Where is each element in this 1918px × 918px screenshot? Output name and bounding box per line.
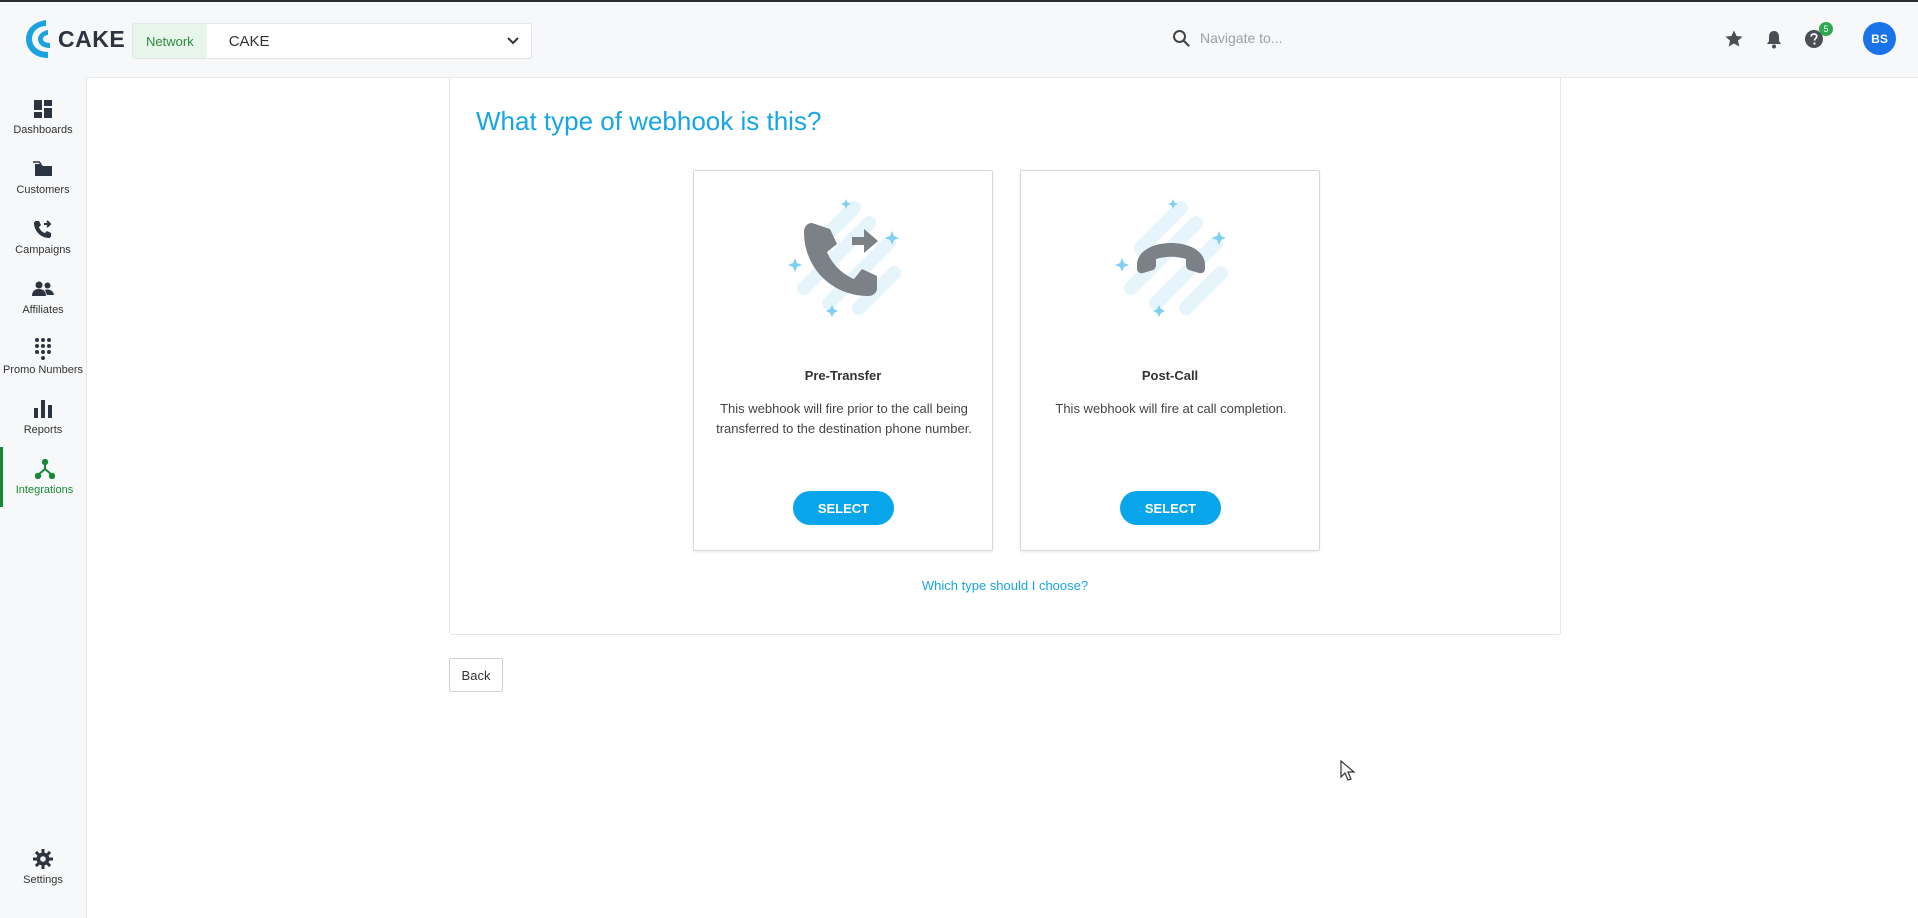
folder-icon: [32, 158, 54, 180]
notifications-button[interactable]: [1763, 28, 1785, 50]
sidebar-item-affiliates[interactable]: Affiliates: [0, 267, 86, 327]
sidebar-item-label: Integrations: [15, 484, 74, 496]
network-dropdown[interactable]: CAKE: [207, 24, 531, 58]
hang-up-icon: [1115, 199, 1228, 317]
dashboard-icon: [32, 98, 54, 120]
favorites-button[interactable]: [1723, 28, 1745, 50]
search-icon: [1173, 30, 1190, 47]
which-type-help-link[interactable]: Which type should I choose?: [450, 578, 1560, 593]
top-header: CAKE Network CAKE Navigate to... 5 BS: [0, 2, 1918, 77]
sidebar-item-settings[interactable]: Settings: [0, 837, 86, 897]
network-selector[interactable]: Network CAKE: [132, 23, 532, 59]
sidebar-item-label: Campaigns: [15, 244, 71, 256]
sidebar: Dashboards Customers Campaigns Affiliate…: [0, 77, 86, 918]
phone-transfer-icon: [788, 199, 901, 317]
navigate-search[interactable]: [1172, 29, 1400, 47]
star-icon: [1725, 30, 1743, 46]
card-title: Pre-Transfer: [804, 368, 882, 383]
help-button[interactable]: 5: [1803, 21, 1833, 50]
card-description: This webhook will fire at call completio…: [1055, 401, 1287, 416]
help-badge: 5: [1819, 21, 1833, 36]
mouse-cursor-icon: [1340, 760, 1356, 781]
sidebar-item-label: Dashboards: [13, 124, 73, 136]
cake-logo[interactable]: CAKE: [24, 17, 125, 61]
back-button[interactable]: Back: [449, 658, 503, 692]
select-post-call-button[interactable]: SELECT: [1120, 491, 1221, 525]
pre-transfer-card[interactable]: Pre-Transfer This webhook will fire prio…: [693, 170, 993, 551]
user-avatar[interactable]: BS: [1863, 22, 1896, 55]
network-label: Network: [133, 24, 207, 58]
dialpad-icon: [32, 338, 54, 360]
sidebar-item-label: Affiliates: [22, 304, 64, 316]
logo-text: CAKE: [58, 25, 126, 52]
gear-icon: [32, 848, 54, 870]
sidebar-item-label: Reports: [23, 424, 63, 436]
sidebar-item-label: Promo Numbers: [2, 364, 84, 376]
network-value: CAKE: [228, 32, 270, 50]
search-input[interactable]: [1200, 30, 1400, 46]
sidebar-item-customers[interactable]: Customers: [0, 147, 86, 207]
post-call-card[interactable]: Post-Call This webhook will fire at call…: [1020, 170, 1320, 551]
card-title: Post-Call: [1141, 368, 1199, 383]
chevron-down-icon: [507, 37, 519, 45]
bell-icon: [1767, 30, 1781, 48]
sidebar-item-label: Settings: [23, 874, 63, 886]
card-description: This webhook will fire prior to the call…: [716, 401, 972, 436]
main-content: What type of webhook is this? Pre-Transf…: [86, 77, 1918, 918]
phone-transfer-icon: [32, 218, 54, 240]
integration-icon: [34, 458, 56, 480]
select-pre-transfer-button[interactable]: SELECT: [793, 491, 894, 525]
sidebar-item-integrations[interactable]: Integrations: [0, 447, 86, 507]
sidebar-item-campaigns[interactable]: Campaigns: [0, 207, 86, 267]
webhook-type-panel: What type of webhook is this? Pre-Transf…: [449, 78, 1561, 635]
sidebar-item-dashboards[interactable]: Dashboards: [0, 87, 86, 147]
cake-logo-icon: [26, 20, 50, 58]
page-title: What type of webhook is this?: [476, 106, 822, 136]
header-actions: 5 BS: [1723, 21, 1896, 55]
sidebar-item-label: Customers: [16, 184, 70, 196]
sidebar-item-promo-numbers[interactable]: Promo Numbers: [0, 327, 86, 387]
users-icon: [32, 278, 54, 300]
sidebar-item-reports[interactable]: Reports: [0, 387, 86, 447]
bar-chart-icon: [32, 398, 54, 420]
